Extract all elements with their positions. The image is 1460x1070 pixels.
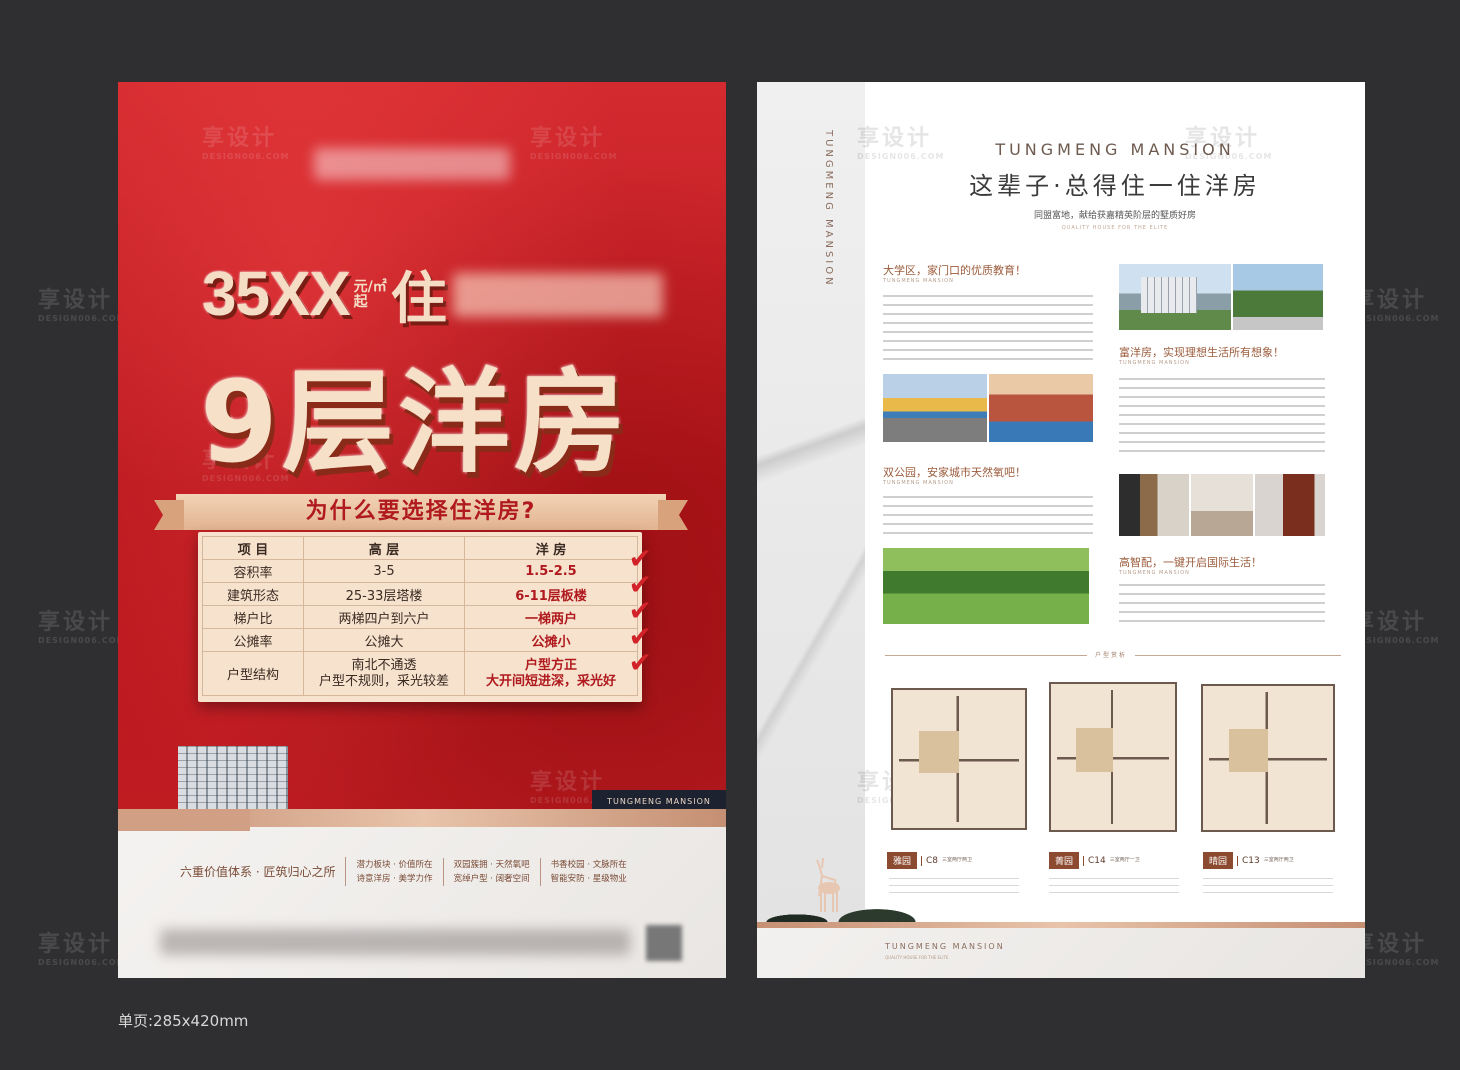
price-headline: 35XX 元/㎡ 起 住: [202, 254, 663, 335]
table-row: 容积率 3-5 1.5-2.5: [202, 559, 638, 583]
section-paragraph: [1119, 584, 1325, 626]
floor-plan-drawing: [891, 688, 1027, 830]
table-row: 户型结构 南北不通透 户型不规则，采光较差 户型方正 大开间短进深，采光好: [202, 651, 638, 696]
blurred-logo: [314, 148, 510, 180]
value-column: 书香校园 · 文脉所在 智能安防 · 星级物业: [550, 859, 627, 884]
blurred-contact-info: [160, 929, 630, 955]
room-photo: [1191, 474, 1253, 536]
floor-plan-tag: 雅园 C8 三室两厅两卫: [887, 852, 972, 869]
floor-plan-label: 户型赏析: [1087, 650, 1136, 659]
park-photo: [883, 548, 1089, 624]
school-photo: [883, 374, 987, 442]
smart-lock-photo: [1119, 474, 1189, 536]
six-values-title: 六重价值体系 · 匠筑归心之所: [170, 857, 347, 886]
floor-plan-tag: 晴园 C13 三室两厅两卫: [1203, 852, 1294, 869]
footer-mansion: TUNGMENG MANSION: [885, 942, 1005, 951]
six-values: 六重价值体系 · 匠筑归心之所 潜力板块 · 价值所在 诗意洋房 · 美学力作 双…: [170, 857, 637, 886]
floor-plan-description: [1203, 876, 1333, 896]
section-paragraph: [1119, 374, 1325, 456]
floor-plan-tag: 菁园 C14 三室两厅一卫: [1049, 852, 1140, 869]
blurred-project-name: [452, 272, 663, 317]
table-header-row: 项 目 高 层 洋 房: [202, 536, 638, 560]
vertical-brand: TUNGMENG MANSION: [823, 130, 834, 288]
value-column: 潜力板块 · 价值所在 诗意洋房 · 美学力作: [346, 857, 444, 886]
section-title: 富洋房，实现理想生活所有想象！: [1119, 346, 1284, 359]
why-ribbon: 为什么要选择住洋房?: [176, 494, 666, 530]
watermark: 享设计DESIGN006.COM: [1352, 288, 1440, 323]
watermark: 享设计DESIGN006.COM: [38, 610, 126, 645]
check-icon: ✔: [628, 646, 652, 679]
section-en: TUNGMENG MANSION: [1119, 360, 1190, 366]
table-row: 公摊率 公摊大 公摊小: [202, 628, 638, 652]
marble-footer: TUNGMENG MANSION QUALITY HOUSE FOR THE E…: [757, 922, 1365, 978]
trees-image: [757, 882, 957, 922]
main-title: 9层洋房: [200, 358, 630, 488]
size-caption: 单页:285x420mm: [118, 1012, 249, 1030]
watermark: 享设计DESIGN006.COM: [1352, 932, 1440, 967]
mansion-title: TUNGMENG MANSION: [995, 140, 1235, 159]
rose-gold-tab: [118, 809, 250, 831]
section-title: 双公园，安家城市天然氧吧！: [883, 466, 1026, 479]
floor-plan-drawing: [1201, 684, 1335, 832]
watermark: 享设计DESIGN006.COM: [38, 932, 126, 967]
rose-gold-stripe: [757, 922, 1365, 928]
building-photo: [1119, 264, 1231, 330]
floor-plan-description: [1049, 876, 1179, 896]
track-photo: [989, 374, 1093, 442]
left-flyer-page: 享设计DESIGN006.COM 享设计DESIGN006.COM 享设计DES…: [118, 82, 726, 978]
price-value: 35XX: [202, 260, 351, 329]
marble-footer: 六重价值体系 · 匠筑归心之所 潜力板块 · 价值所在 诗意洋房 · 美学力作 双…: [118, 809, 726, 978]
footer-en: QUALITY HOUSE FOR THE ELITE: [885, 955, 949, 960]
section-en: TUNGMENG MANSION: [883, 480, 954, 486]
section-title: 高智配，一键开启国际生活！: [1119, 556, 1262, 569]
subheadline: 同盟富地，献给获嘉精英阶层的墅质好房: [1033, 211, 1196, 221]
live-text: 住: [390, 267, 447, 332]
table-row: 建筑形态 25-33层塔楼 6-11层板楼: [202, 582, 638, 606]
headline: 这辈子·总得住一住洋房: [969, 172, 1261, 200]
price-unit: 元/㎡ 起: [353, 278, 387, 310]
watermark: 享设计DESIGN006.COM: [38, 288, 126, 323]
section-paragraph: [883, 292, 1093, 364]
section-paragraph: [883, 494, 1093, 538]
comparison-table: 项 目 高 层 洋 房 容积率 3-5 1.5-2.5 建筑形态 25-33层塔…: [198, 532, 652, 702]
table-row: 梯户比 两梯四户到六户 一梯两户: [202, 605, 638, 629]
section-en: TUNGMENG MANSION: [883, 278, 954, 284]
subheadline-en: QUALITY HOUSE FOR THE ELITE: [1061, 225, 1169, 231]
value-column: 双园簇拥 · 天然氧吧 宽绰户型 · 阔奢空间: [444, 857, 541, 886]
watermark: 享设计DESIGN006.COM: [1352, 610, 1440, 645]
section-title: 大学区，家门口的优质教育！: [883, 264, 1026, 277]
tv-photo: [1255, 474, 1325, 536]
right-flyer-page: TUNGMENG MANSION 享设计 DESIGN006.COM 享设计 DES…: [757, 82, 1365, 978]
pavilion-photo: [1233, 264, 1323, 330]
floor-plan-drawing: [1049, 682, 1177, 832]
marble-strip: [757, 82, 865, 978]
qr-code: [646, 925, 682, 961]
section-en: TUNGMENG MANSION: [1119, 570, 1190, 576]
